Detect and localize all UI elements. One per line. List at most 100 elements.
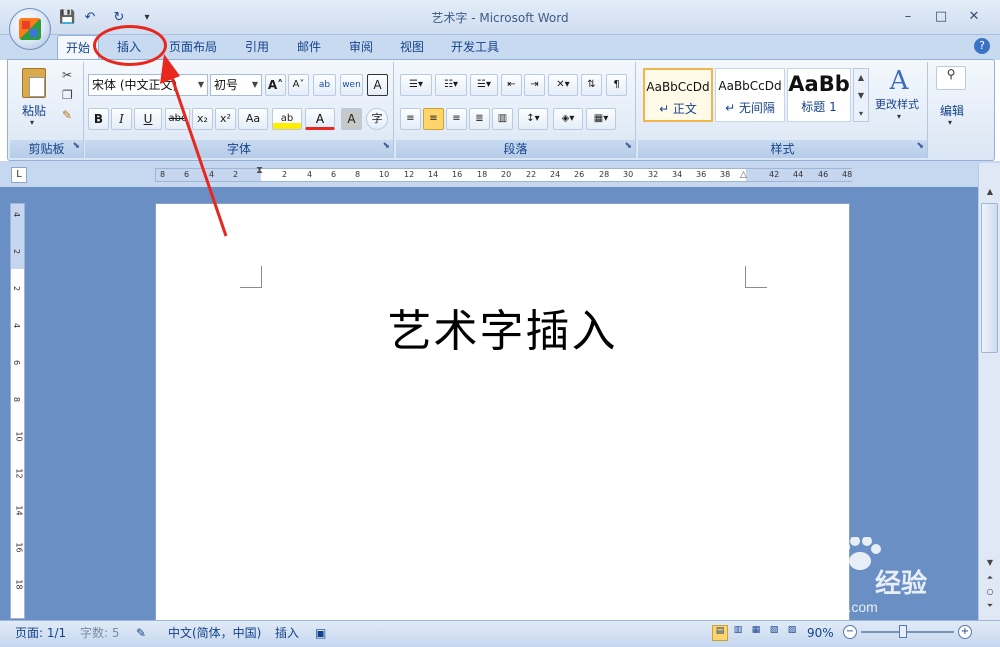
clear-format-button[interactable]: ab: [313, 74, 336, 96]
char-shading-button[interactable]: A: [341, 108, 362, 130]
ruler-tick-label: 38: [720, 170, 731, 179]
ruler-tick-label: 18: [14, 579, 24, 590]
highlight-button[interactable]: ab: [272, 108, 302, 130]
proofing-icon[interactable]: ✎: [136, 624, 146, 642]
minimize-button[interactable]: –: [896, 7, 920, 27]
help-icon[interactable]: ?: [974, 38, 990, 54]
browse-object-icon[interactable]: ○: [982, 587, 998, 596]
bold-button[interactable]: B: [88, 108, 109, 130]
copy-icon[interactable]: ❐: [62, 88, 73, 102]
tab-references[interactable]: 引用: [236, 35, 278, 60]
align-left-button[interactable]: ≡: [400, 108, 421, 130]
maximize-button[interactable]: □: [929, 7, 953, 27]
format-painter-icon[interactable]: ✎: [62, 108, 72, 122]
zoom-slider-thumb[interactable]: [898, 625, 907, 638]
ruler-tick-label: 42: [769, 170, 780, 179]
style-no-spacing[interactable]: AaBbCcDd ↵ 无间隔: [715, 68, 785, 122]
full-screen-reading-icon[interactable]: ▥: [730, 625, 746, 641]
close-button[interactable]: ✕: [962, 7, 986, 27]
paste-dropdown-icon[interactable]: ▾: [30, 118, 34, 127]
web-layout-icon[interactable]: ▦: [748, 625, 764, 641]
sort-button[interactable]: ⇅: [581, 74, 602, 96]
vertical-ruler[interactable]: 4 2 2 4 6 8 10 12 14 16 18: [10, 203, 25, 619]
vertical-scrollbar[interactable]: ▲ ▼ ⏶ ○ ⏷: [978, 163, 1000, 620]
dialog-launcher-icon[interactable]: ⬊: [916, 137, 924, 155]
tab-view[interactable]: 视图: [391, 35, 433, 60]
macro-record-icon[interactable]: ▣: [315, 624, 326, 642]
document-text[interactable]: 艺术字插入: [156, 295, 849, 359]
style-heading-1[interactable]: AaBb 标题 1: [787, 68, 851, 122]
styles-scroll[interactable]: ▲ ▼ ▾: [853, 68, 869, 122]
paste-icon[interactable]: [22, 68, 46, 98]
tab-developer[interactable]: 开发工具: [444, 35, 506, 60]
numbering-button[interactable]: ☷▾: [435, 74, 467, 96]
enclose-char-button[interactable]: 字: [366, 108, 388, 130]
office-button[interactable]: [9, 8, 51, 50]
increase-indent-button[interactable]: ⇥: [524, 74, 545, 96]
justify-button[interactable]: ≣: [469, 108, 490, 130]
cut-icon[interactable]: ✂: [62, 68, 72, 82]
scroll-thumb[interactable]: [981, 203, 998, 353]
decrease-indent-button[interactable]: ⇤: [501, 74, 522, 96]
align-center-button[interactable]: ≡: [423, 108, 444, 130]
zoom-in-icon[interactable]: +: [958, 625, 972, 639]
phonetic-guide-button[interactable]: wen: [340, 74, 363, 96]
styles-group-label: 样式 ⬊: [638, 140, 927, 158]
insert-mode[interactable]: 插入: [275, 624, 299, 642]
print-layout-icon[interactable]: ▤: [712, 625, 728, 641]
dialog-launcher-icon[interactable]: ⬊: [382, 137, 390, 155]
office-logo-icon: [19, 18, 41, 40]
font-color-button[interactable]: A: [305, 108, 335, 130]
paste-button[interactable]: 粘贴: [16, 102, 52, 119]
multilevel-list-button[interactable]: ☱▾: [470, 74, 498, 96]
ruler-tick-label: 2: [282, 170, 288, 179]
align-right-button[interactable]: ≡: [446, 108, 467, 130]
document-page[interactable]: 艺术字插入: [155, 203, 850, 623]
tab-review[interactable]: 审阅: [340, 35, 382, 60]
borders-button[interactable]: ▦▾: [586, 108, 616, 130]
ruler-tick-label: 2: [12, 285, 22, 292]
right-indent-marker-icon[interactable]: △: [740, 170, 747, 180]
page-count[interactable]: 页面: 1/1: [15, 624, 66, 642]
find-binoculars-icon[interactable]: ⚲: [936, 66, 966, 90]
tab-selector-icon[interactable]: L: [11, 167, 27, 183]
tab-mailings[interactable]: 邮件: [288, 35, 330, 60]
draft-icon[interactable]: ▨: [784, 625, 800, 641]
grow-font-button[interactable]: A˄: [265, 74, 286, 96]
scroll-up-icon[interactable]: ▲: [982, 187, 998, 201]
change-styles-button[interactable]: A 更改样式 ▾: [875, 66, 920, 122]
indent-marker-icon[interactable]: ⧗: [256, 165, 263, 176]
prev-page-icon[interactable]: ⏶: [982, 573, 998, 583]
editing-button[interactable]: 编辑: [930, 102, 974, 119]
language-status[interactable]: 中文(简体，中国): [168, 624, 261, 642]
paragraph-group-label: 段落 ⬊: [396, 140, 635, 158]
ruler-tick-label: 18: [477, 170, 488, 179]
dialog-launcher-icon[interactable]: ⬊: [624, 137, 632, 155]
dialog-launcher-icon[interactable]: ⬊: [72, 137, 80, 155]
zoom-slider[interactable]: [861, 625, 954, 638]
ruler-tick-label: 12: [14, 468, 24, 479]
next-page-icon[interactable]: ⏷: [982, 601, 998, 611]
word-count[interactable]: 字数: 5: [80, 624, 120, 642]
zoom-level[interactable]: 90%: [807, 624, 834, 642]
change-styles-icon: A: [889, 66, 909, 96]
bullets-button[interactable]: ☰▾: [400, 74, 432, 96]
line-spacing-button[interactable]: ↕▾: [518, 108, 548, 130]
zoom-out-icon[interactable]: −: [843, 625, 857, 639]
ruler-tick-label: 48: [842, 170, 853, 179]
distributed-button[interactable]: ▥: [492, 108, 513, 130]
ruler-tick-label: 20: [501, 170, 512, 179]
change-case-button[interactable]: Aa: [238, 108, 268, 130]
clipboard-group: 粘贴 ▾ ✂ ❐ ✎ 剪贴板 ⬊: [10, 62, 84, 158]
outline-icon[interactable]: ▧: [766, 625, 782, 641]
ruler-tick-label: 12: [404, 170, 415, 179]
char-border-button[interactable]: A: [367, 74, 388, 96]
show-marks-button[interactable]: ¶: [606, 74, 627, 96]
style-normal[interactable]: AaBbCcDd ↵ 正文: [643, 68, 713, 122]
italic-button[interactable]: I: [111, 108, 132, 130]
ruler-tick-label: 46: [818, 170, 829, 179]
scroll-down-icon[interactable]: ▼: [982, 558, 998, 567]
shading-button[interactable]: ◈▾: [553, 108, 583, 130]
chinese-layout-button[interactable]: ✕▾: [548, 74, 578, 96]
shrink-font-button[interactable]: A˅: [288, 74, 309, 96]
